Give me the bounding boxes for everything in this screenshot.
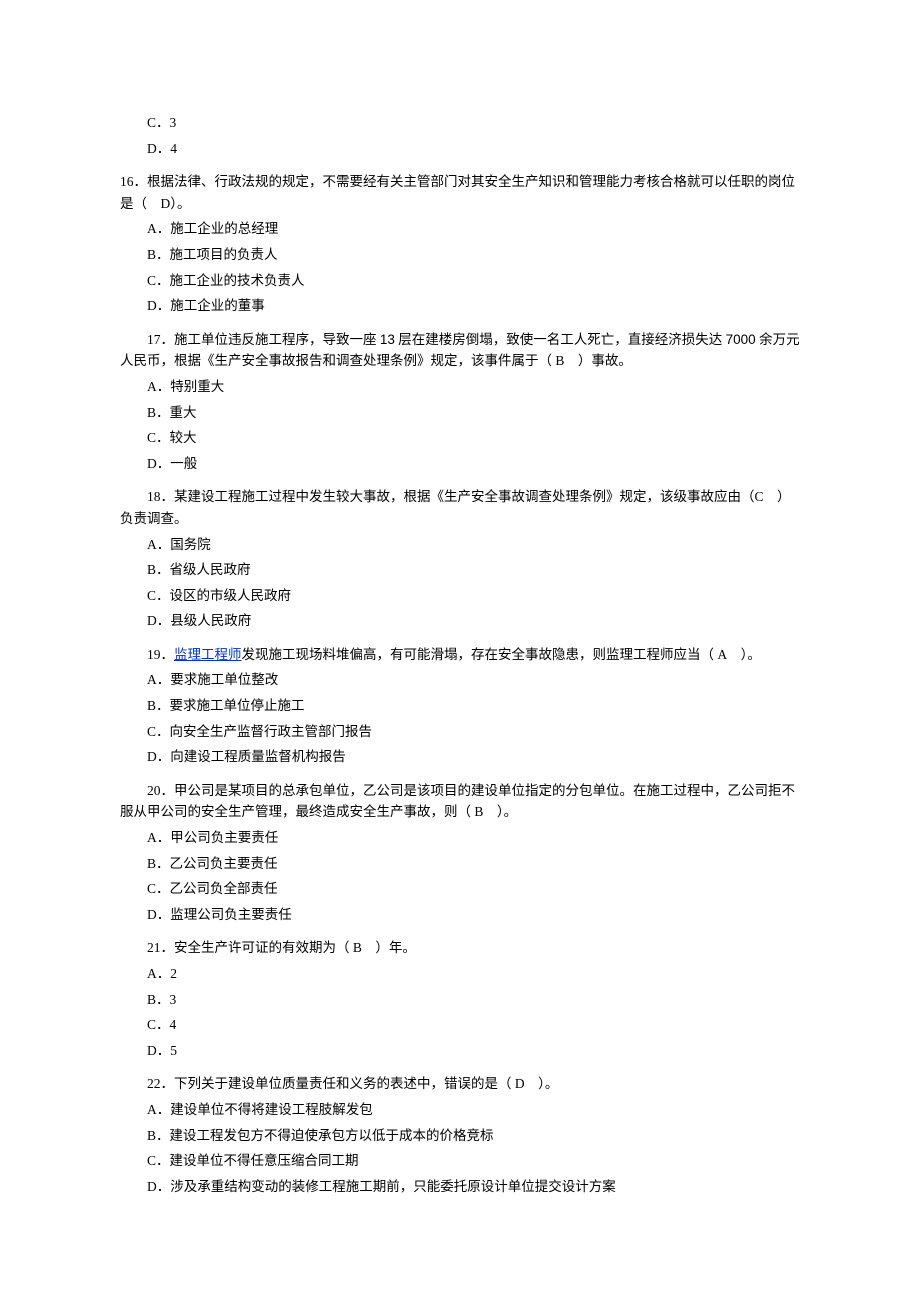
stem-text: 20．甲公司是某项目的总承包单位，乙公司是该项目的建设单位指定的分包单位。在施工…: [120, 783, 795, 820]
option-d: D．向建设工程质量监督机构报告: [120, 746, 800, 768]
option-d: D．4: [120, 138, 800, 160]
option-c: C．乙公司负全部责任: [120, 878, 800, 900]
option-a: A．施工企业的总经理: [120, 218, 800, 240]
stem-num-13: 13: [380, 332, 395, 347]
link-supervision-engineer[interactable]: 监理工程师: [174, 647, 242, 662]
question-stem: 20．甲公司是某项目的总承包单位，乙公司是该项目的建设单位指定的分包单位。在施工…: [120, 780, 800, 823]
option-d: D．施工企业的董事: [120, 295, 800, 317]
question-stem: 16．根据法律、行政法规的规定，不需要经有关主管部门对其安全生产知识和管理能力考…: [120, 171, 800, 214]
question-21: 21．安全生产许可证的有效期为（ B ）年。 A．2 B．3 C．4 D．5: [120, 937, 800, 1061]
stem-suffix: 发现施工现场料堆偏高，有可能滑塌，存在安全事故隐患，则监理工程师应当（ A ）。: [242, 647, 761, 662]
question-18: 18．某建设工程施工过程中发生较大事故，根据《生产安全事故调查处理条例》规定，该…: [120, 486, 800, 632]
option-b: B．3: [120, 989, 800, 1011]
question-stem: 21．安全生产许可证的有效期为（ B ）年。: [120, 937, 800, 959]
stem-part-b: 层在建楼房倒塌，致使一名工人死亡，直接经济损失达: [395, 332, 726, 347]
question-20: 20．甲公司是某项目的总承包单位，乙公司是该项目的建设单位指定的分包单位。在施工…: [120, 780, 800, 926]
question-19: 19．监理工程师发现施工现场料堆偏高，有可能滑塌，存在安全事故隐患，则监理工程师…: [120, 644, 800, 768]
option-c: C．向安全生产监督行政主管部门报告: [120, 721, 800, 743]
question-17: 17．施工单位违反施工程序，导致一座 13 层在建楼房倒塌，致使一名工人死亡，直…: [120, 329, 800, 475]
option-d: D．县级人民政府: [120, 610, 800, 632]
option-a: A．建设单位不得将建设工程肢解发包: [120, 1099, 800, 1121]
option-d: D．一般: [120, 453, 800, 475]
option-b: B．建设工程发包方不得迫使承包方以低于成本的价格竞标: [120, 1125, 800, 1147]
option-c: C．建设单位不得任意压缩合同工期: [120, 1150, 800, 1172]
document-page: C．3 D．4 16．根据法律、行政法规的规定，不需要经有关主管部门对其安全生产…: [0, 0, 920, 1302]
question-16: 16．根据法律、行政法规的规定，不需要经有关主管部门对其安全生产知识和管理能力考…: [120, 171, 800, 317]
question-stem: 18．某建设工程施工过程中发生较大事故，根据《生产安全事故调查处理条例》规定，该…: [120, 486, 800, 529]
stem-num-7000: 7000: [726, 332, 756, 347]
option-c: C．较大: [120, 427, 800, 449]
option-a: A．国务院: [120, 534, 800, 556]
stem-prefix: 19．: [147, 647, 174, 662]
option-a: A．特别重大: [120, 376, 800, 398]
option-c: C．设区的市级人民政府: [120, 585, 800, 607]
option-b: B．省级人民政府: [120, 559, 800, 581]
option-c: C．4: [120, 1014, 800, 1036]
option-c: C．施工企业的技术负责人: [120, 270, 800, 292]
stem-text: 18．某建设工程施工过程中发生较大事故，根据《生产安全事故调查处理条例》规定，该…: [120, 489, 791, 526]
option-b: B．乙公司负主要责任: [120, 853, 800, 875]
option-b: B．要求施工单位停止施工: [120, 695, 800, 717]
option-b: B．重大: [120, 402, 800, 424]
option-d: D．监理公司负主要责任: [120, 904, 800, 926]
option-a: A．要求施工单位整改: [120, 669, 800, 691]
option-d: D．涉及承重结构变动的装修工程施工期前，只能委托原设计单位提交设计方案: [120, 1176, 800, 1198]
option-a: A．甲公司负主要责任: [120, 827, 800, 849]
question-22: 22．下列关于建设单位质量责任和义务的表述中，错误的是（ D ）。 A．建设单位…: [120, 1073, 800, 1197]
option-a: A．2: [120, 963, 800, 985]
question-15-partial: C．3 D．4: [120, 112, 800, 159]
stem-part-a: 17．施工单位违反施工程序，导致一座: [147, 332, 380, 347]
stem-text: 16．根据法律、行政法规的规定，不需要经有关主管部门对其安全生产知识和管理能力考…: [120, 174, 795, 211]
option-d: D．5: [120, 1040, 800, 1062]
question-stem: 19．监理工程师发现施工现场料堆偏高，有可能滑塌，存在安全事故隐患，则监理工程师…: [120, 644, 800, 666]
question-stem: 17．施工单位违反施工程序，导致一座 13 层在建楼房倒塌，致使一名工人死亡，直…: [120, 329, 800, 372]
question-stem: 22．下列关于建设单位质量责任和义务的表述中，错误的是（ D ）。: [120, 1073, 800, 1095]
option-b: B．施工项目的负责人: [120, 244, 800, 266]
option-c: C．3: [120, 112, 800, 134]
stem-text: 21．安全生产许可证的有效期为（ B ）年。: [147, 940, 416, 955]
stem-text: 22．下列关于建设单位质量责任和义务的表述中，错误的是（ D ）。: [147, 1076, 558, 1091]
